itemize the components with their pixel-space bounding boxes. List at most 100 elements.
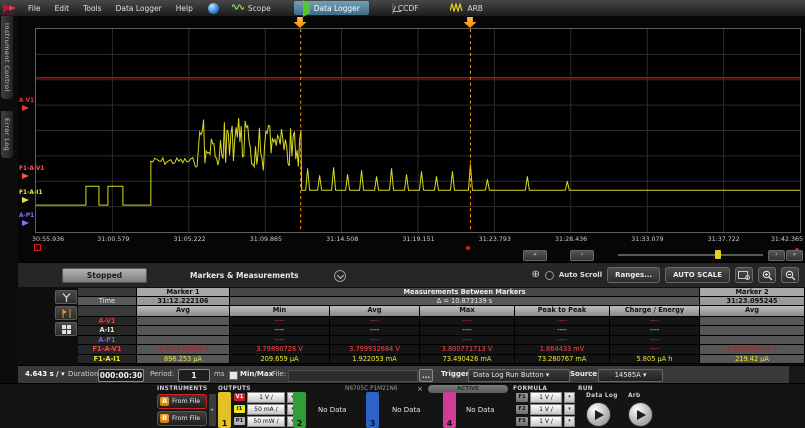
instrument-a-from-file-button[interactable]: AFrom File: [157, 394, 207, 409]
x-axis-tick: 31:37.722: [708, 236, 740, 243]
instruments-header: INSTRUMENTS: [157, 386, 207, 392]
cell-avg: 3.799932684 V: [330, 345, 420, 354]
app-tab-ccdf[interactable]: CCDF: [383, 1, 428, 15]
chart-scrollbar: « ‹ › »: [18, 250, 805, 261]
ccdf-icon: [392, 4, 394, 13]
minmax-checkbox[interactable]: [229, 371, 238, 380]
x-axis-tick: 31:00.579: [97, 236, 129, 243]
channel-4-bar: 4: [443, 392, 456, 428]
keysight-logo: [1, 1, 21, 15]
app-tab-data-logger[interactable]: Data Logger: [294, 1, 369, 15]
waveform-plot[interactable]: [35, 28, 801, 233]
grid-view-icon[interactable]: [55, 322, 77, 336]
trace-label-f1-a-v1: F1-A-V1: [19, 166, 44, 172]
x-axis-tick: 31:28.436: [555, 236, 587, 243]
scroll-next-button[interactable]: ›: [768, 250, 785, 261]
cell-charge-energy: ----: [610, 317, 700, 326]
markers-icon[interactable]: [55, 306, 77, 320]
menu-file[interactable]: File: [21, 4, 48, 13]
cell-max: ----: [420, 317, 515, 326]
ranges-button[interactable]: Ranges...: [607, 267, 660, 283]
stat-header-charge-energy: Charge / Energy: [610, 306, 700, 317]
formula-badge-f1: F1: [516, 393, 528, 402]
formula-f1-row: F11 V /▾: [516, 392, 575, 402]
file-path-input[interactable]: [288, 370, 418, 382]
app-tab-arb[interactable]: ARB: [441, 1, 492, 15]
play-icon: [595, 410, 604, 420]
file-label: File:: [272, 370, 286, 378]
arb-play-button[interactable]: [628, 402, 653, 427]
cell-marker1-avg: [137, 336, 230, 345]
formula-scale-dropdown[interactable]: 1 V /: [530, 392, 562, 403]
session-close-icon[interactable]: ×: [417, 385, 423, 393]
cell-marker2-avg: 3.800037087 V: [700, 345, 805, 354]
auto-scale-button[interactable]: AUTO SCALE: [665, 267, 730, 283]
crosshair-icon[interactable]: ⊕: [531, 268, 539, 282]
sidebar-tab-instrument-control[interactable]: Instrument Control: [1, 16, 13, 99]
formula-scale-dropdown[interactable]: 1 V /: [530, 404, 562, 415]
channel-badge-p1: P1: [234, 417, 245, 425]
x-axis-tick: 31:19.151: [402, 236, 434, 243]
zoom-out-icon[interactable]: [781, 267, 799, 283]
arb-wave-icon: [450, 3, 463, 14]
data-log-play-button[interactable]: [586, 402, 611, 427]
menu-tools[interactable]: Tools: [76, 4, 108, 13]
chevron-down-icon[interactable]: ▾: [564, 392, 575, 403]
stat-header-min: Min: [230, 306, 330, 317]
scroll-handle[interactable]: [715, 250, 721, 259]
app-tab-label: Scope: [248, 4, 271, 13]
row-label-a-p1: A-P1: [78, 336, 137, 345]
formula-scale-dropdown[interactable]: 1 V /: [530, 416, 562, 427]
zoom-region-icon[interactable]: [735, 267, 753, 283]
duration-field[interactable]: 000:00:30: [98, 369, 144, 382]
channel-1-i1-row: I150 mA /▾: [234, 404, 298, 414]
menu-edit[interactable]: Edit: [48, 4, 77, 13]
zoom-in-icon[interactable]: [758, 267, 776, 283]
formula-badge-f3: F3: [516, 417, 528, 426]
scroll-last-button[interactable]: »: [786, 250, 803, 261]
channel-3-no-data: No Data: [392, 406, 420, 414]
browse-button[interactable]: ...: [419, 369, 433, 382]
scale-dropdown[interactable]: 1 V /: [247, 392, 285, 403]
chevron-down-icon[interactable]: ▾: [564, 416, 575, 427]
stat-header-avg: Avg: [700, 306, 805, 317]
menubar: FileEditToolsData LoggerHelp ScopeData L…: [0, 0, 805, 16]
capture-settings-bar: 4.643 s / ▾ Duration: 000:00:30 Period: …: [18, 365, 805, 384]
app-tab-scope[interactable]: Scope: [223, 1, 280, 15]
stat-header-empty: [78, 306, 137, 317]
period-field[interactable]: 1: [178, 369, 210, 382]
scale-dropdown[interactable]: 50 mA /: [247, 404, 285, 415]
row-label-a-v1: A-V1: [78, 317, 137, 326]
cell-max: ----: [420, 336, 515, 345]
waveform-svg: [36, 29, 800, 232]
marker2-time: 31:23.095245: [700, 297, 805, 306]
sidebar-tab-error-log[interactable]: Error Log: [1, 111, 13, 158]
trace-arrow-icon: [22, 197, 29, 203]
auto-scroll-radio[interactable]: [545, 271, 554, 280]
cell-max: 3.800771713 V: [420, 345, 515, 354]
time-per-div-dropdown[interactable]: 4.643 s / ▾: [25, 370, 65, 378]
panel-collapse-chevron-icon[interactable]: [334, 270, 346, 282]
instruments-expander[interactable]: ▸: [209, 394, 216, 426]
source-dropdown[interactable]: 14585A ▾: [598, 369, 663, 382]
scroll-prev-button[interactable]: ‹: [570, 250, 594, 261]
chevron-down-icon[interactable]: ▾: [564, 404, 575, 415]
marker-1-handle[interactable]: [294, 17, 307, 28]
scale-dropdown[interactable]: 50 mW /: [247, 416, 285, 427]
instrument-b-from-file-button[interactable]: BFrom File: [157, 411, 207, 426]
cell-marker2-avg: [700, 336, 805, 345]
scroll-track[interactable]: [618, 254, 763, 256]
trigger-dropdown[interactable]: Data Log Run Button ▾: [468, 369, 570, 382]
marker-2-handle[interactable]: [464, 17, 477, 28]
cell-charge-energy: ----: [610, 336, 700, 345]
measurement-setup-icon[interactable]: [55, 290, 77, 304]
benchvue-icon[interactable]: [208, 3, 219, 14]
scroll-first-button[interactable]: «: [523, 250, 547, 261]
menu-data-logger[interactable]: Data Logger: [109, 4, 169, 13]
menu-help[interactable]: Help: [169, 4, 200, 13]
cell-peak-to-peak: 73.280767 mA: [515, 355, 610, 364]
stopped-status-button[interactable]: Stopped: [62, 268, 147, 283]
panel-title: Markers & Measurements: [190, 271, 299, 280]
trace-arrow-icon: [22, 220, 29, 226]
x-axis-tick: 31:05.222: [174, 236, 206, 243]
